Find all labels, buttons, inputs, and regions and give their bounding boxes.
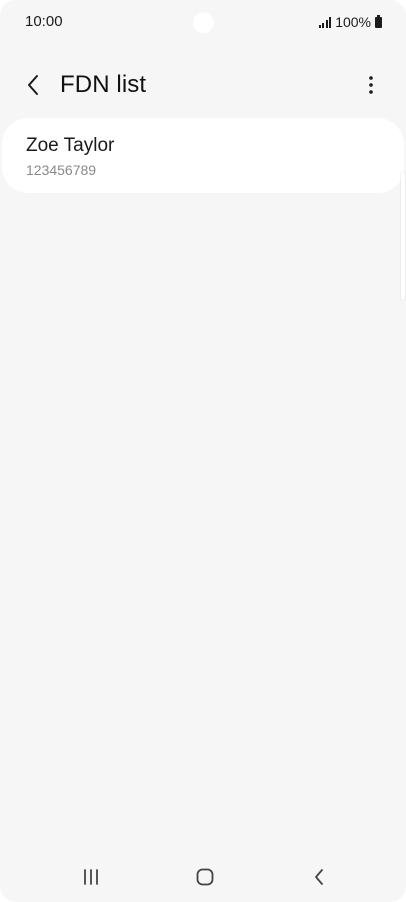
back-button[interactable] <box>18 70 48 100</box>
back-icon <box>315 869 323 885</box>
signal-icon <box>318 16 332 28</box>
battery-icon <box>375 14 382 28</box>
contact-number: 123456789 <box>26 162 97 178</box>
screen: 10:00 100% FDN list Zoe Taylor 123456789 <box>0 0 406 902</box>
camera-cutout <box>193 12 214 33</box>
more-vertical-icon <box>369 76 373 94</box>
app-bar: FDN list <box>0 60 406 110</box>
recents-icon <box>84 869 98 885</box>
page-title: FDN list <box>60 71 147 98</box>
nav-back-button[interactable] <box>299 862 339 892</box>
contact-name: Zoe Taylor <box>26 135 115 156</box>
home-icon <box>196 868 214 886</box>
status-time: 10:00 <box>25 13 63 30</box>
home-button[interactable] <box>185 862 225 892</box>
chevron-left-icon <box>28 75 38 95</box>
battery-percentage: 100% <box>335 14 371 30</box>
list-item[interactable]: Zoe Taylor 123456789 <box>2 118 404 193</box>
navigation-bar <box>0 852 406 902</box>
status-bar: 10:00 100% <box>0 0 406 44</box>
more-options-button[interactable] <box>356 70 386 100</box>
status-indicators: 100% <box>318 12 382 32</box>
recents-button[interactable] <box>71 862 111 892</box>
scrollbar[interactable] <box>401 172 405 300</box>
